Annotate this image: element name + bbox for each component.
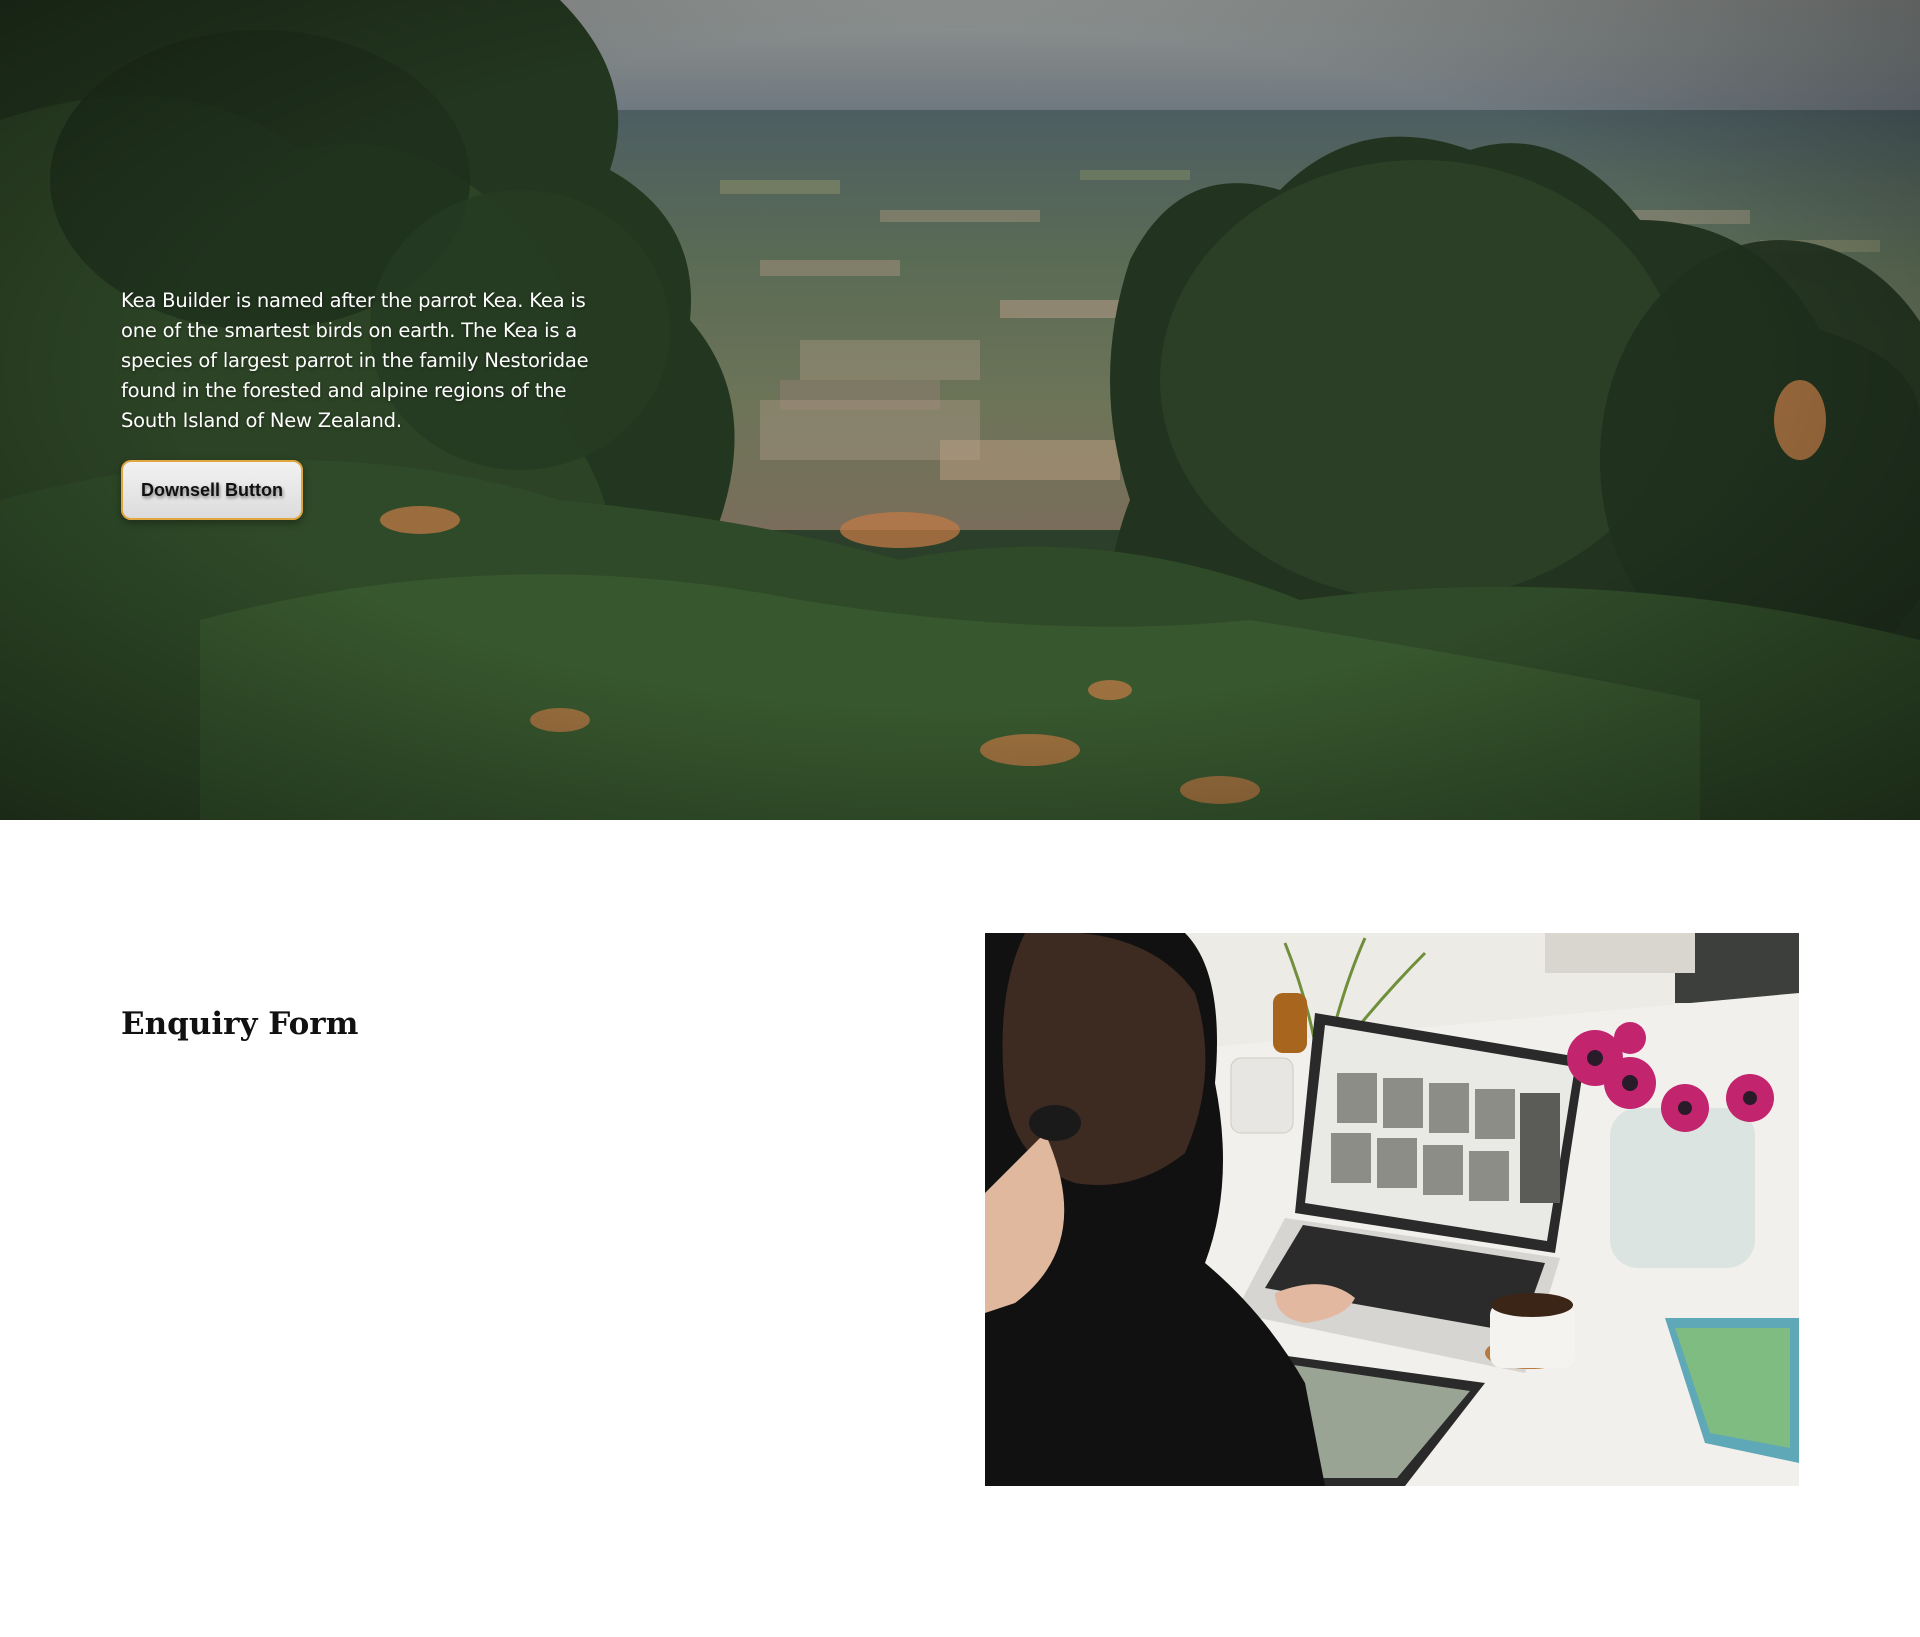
enquiry-form-section: Enquiry Form xyxy=(0,820,1920,1637)
enquiry-form-title: Enquiry Form xyxy=(121,1006,359,1042)
hero-section: Kea Builder is named after the parrot Ke… xyxy=(0,0,1920,820)
workspace-photo xyxy=(985,933,1799,1486)
hero-content: Kea Builder is named after the parrot Ke… xyxy=(121,286,621,520)
downsell-button[interactable]: Downsell Button xyxy=(121,460,303,520)
workspace-photo-image xyxy=(985,933,1799,1486)
hero-description: Kea Builder is named after the parrot Ke… xyxy=(121,289,589,432)
